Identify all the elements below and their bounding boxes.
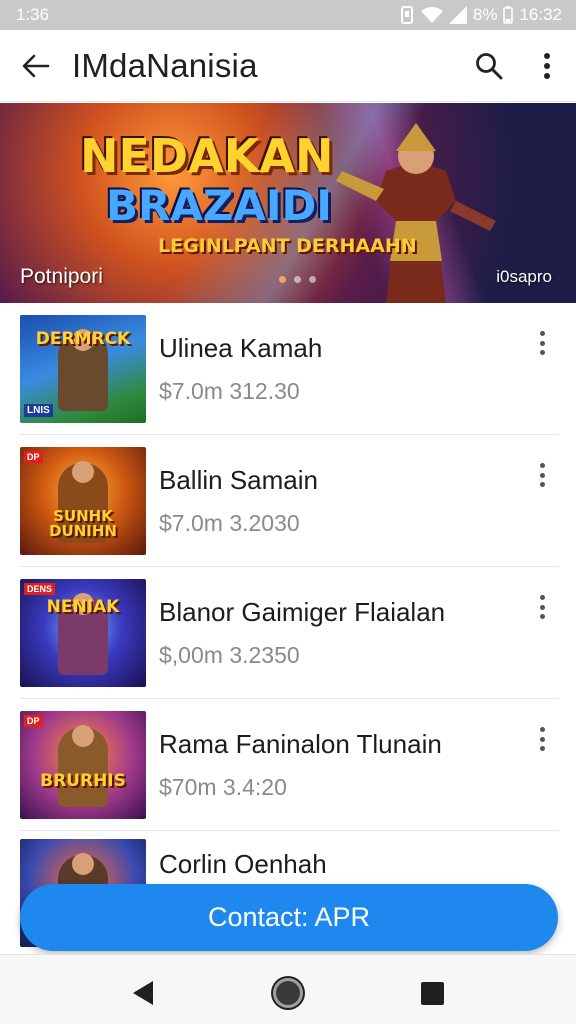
item-price: $70m 3.4:20 bbox=[159, 773, 287, 800]
banner-title-line2: BRAZAIDI bbox=[106, 181, 332, 230]
list-item[interactable]: DENS NENIAK Blanor Gaimiger Flaialan $,0… bbox=[20, 567, 558, 699]
game-list: DERMRCK LNIS Ulinea Kamah $7.0m 312.30 D… bbox=[20, 303, 558, 951]
search-button[interactable] bbox=[460, 30, 518, 102]
item-more-icon[interactable] bbox=[532, 593, 552, 621]
contact-button[interactable]: Contact: APR bbox=[20, 884, 558, 951]
banner-caption: Potnipori bbox=[20, 265, 103, 288]
item-name: Corlin Oenhah bbox=[159, 849, 327, 879]
carousel-dot-2[interactable] bbox=[294, 276, 301, 283]
wifi-icon bbox=[420, 7, 443, 23]
item-price: $7.0m 312.30 bbox=[159, 377, 300, 404]
item-price: $7.0m 3.2030 bbox=[159, 509, 300, 536]
item-name: Rama Faninalon Tlunain bbox=[159, 728, 442, 759]
battery-icon bbox=[503, 6, 514, 24]
more-vertical-icon bbox=[544, 52, 550, 79]
triangle-back-icon[interactable] bbox=[133, 981, 153, 1005]
circle-home-icon[interactable] bbox=[273, 978, 303, 1008]
thumbnail-label: NENIAK bbox=[46, 596, 120, 617]
game-thumbnail: DERMRCK LNIS bbox=[20, 314, 146, 423]
status-icons: 8% 16:32 bbox=[399, 5, 562, 25]
item-more-icon[interactable] bbox=[532, 725, 552, 753]
thumbnail-label: BRURHIS bbox=[40, 770, 126, 791]
arrow-left-icon bbox=[22, 54, 50, 77]
list-item[interactable]: DP BRURHIS Rama Faninalon Tlunain $70m 3… bbox=[20, 699, 558, 831]
app-bar: IMdaNanisia bbox=[0, 30, 576, 102]
carousel-dot-1[interactable] bbox=[279, 276, 286, 283]
item-name: Blanor Gaimiger Flaialan bbox=[159, 596, 446, 627]
list-item[interactable]: DERMRCK LNIS Ulinea Kamah $7.0m 312.30 bbox=[20, 303, 558, 435]
thumbnail-tag: DENS bbox=[24, 582, 56, 595]
system-nav-bar bbox=[0, 954, 576, 1024]
carousel-indicator[interactable] bbox=[279, 276, 316, 283]
thumbnail-badge: LNIS bbox=[24, 403, 53, 417]
item-text: Rama Faninalon Tlunain $70m 3.4:20 bbox=[159, 729, 558, 801]
status-time: 1:36 bbox=[16, 5, 50, 24]
game-thumbnail: DP BRURHIS bbox=[20, 710, 146, 819]
status-clock: 16:32 bbox=[519, 5, 562, 24]
carousel-dot-3[interactable] bbox=[309, 276, 316, 283]
item-name: Ballin Samain bbox=[159, 464, 318, 495]
square-recents-icon[interactable] bbox=[421, 982, 444, 1005]
featured-banner[interactable]: NEDAKAN BRAZAIDI LEGINLPANT DERHAAHN Pot… bbox=[0, 103, 576, 303]
banner-hero-illustration bbox=[336, 123, 496, 303]
item-name: Ulinea Kamah bbox=[159, 332, 323, 363]
item-text: Ulinea Kamah $7.0m 312.30 bbox=[159, 333, 558, 405]
list-item[interactable]: DP SUNHK DUNIHN Ballin Samain $7.0m 3.20… bbox=[20, 435, 558, 567]
item-text: Blanor Gaimiger Flaialan $,00m 3.2350 bbox=[159, 597, 558, 669]
item-text: Ballin Samain $7.0m 3.2030 bbox=[159, 465, 558, 537]
item-more-icon[interactable] bbox=[532, 461, 552, 489]
banner-subtitle: LEGINLPANT DERHAAHN bbox=[158, 235, 417, 257]
thumbnail-tag: DP bbox=[24, 450, 43, 463]
banner-title-line1: NEDAKAN bbox=[80, 129, 334, 183]
thumbnail-character bbox=[58, 724, 108, 807]
item-price: $,00m 3.2350 bbox=[159, 641, 300, 668]
search-icon bbox=[476, 52, 503, 79]
item-text: Corlin Oenhah bbox=[159, 849, 558, 880]
battery-percent: 8% bbox=[472, 5, 498, 24]
signal-icon bbox=[448, 6, 467, 24]
vibrate-icon bbox=[400, 6, 413, 24]
thumbnail-label: DERMRCK bbox=[35, 328, 131, 349]
page-title: IMdaNanisia bbox=[72, 46, 258, 84]
thumbnail-tag: DP bbox=[24, 714, 43, 727]
status-bar: 1:36 8% 16:32 bbox=[0, 0, 576, 30]
thumbnail-label: SUNHK DUNIHN bbox=[49, 506, 117, 540]
banner-counter: i0sapro bbox=[496, 267, 552, 286]
overflow-menu-button[interactable] bbox=[518, 30, 576, 102]
item-more-icon[interactable] bbox=[532, 329, 552, 357]
game-thumbnail: DP SUNHK DUNIHN bbox=[20, 446, 146, 555]
game-thumbnail: DENS NENIAK bbox=[20, 578, 146, 687]
